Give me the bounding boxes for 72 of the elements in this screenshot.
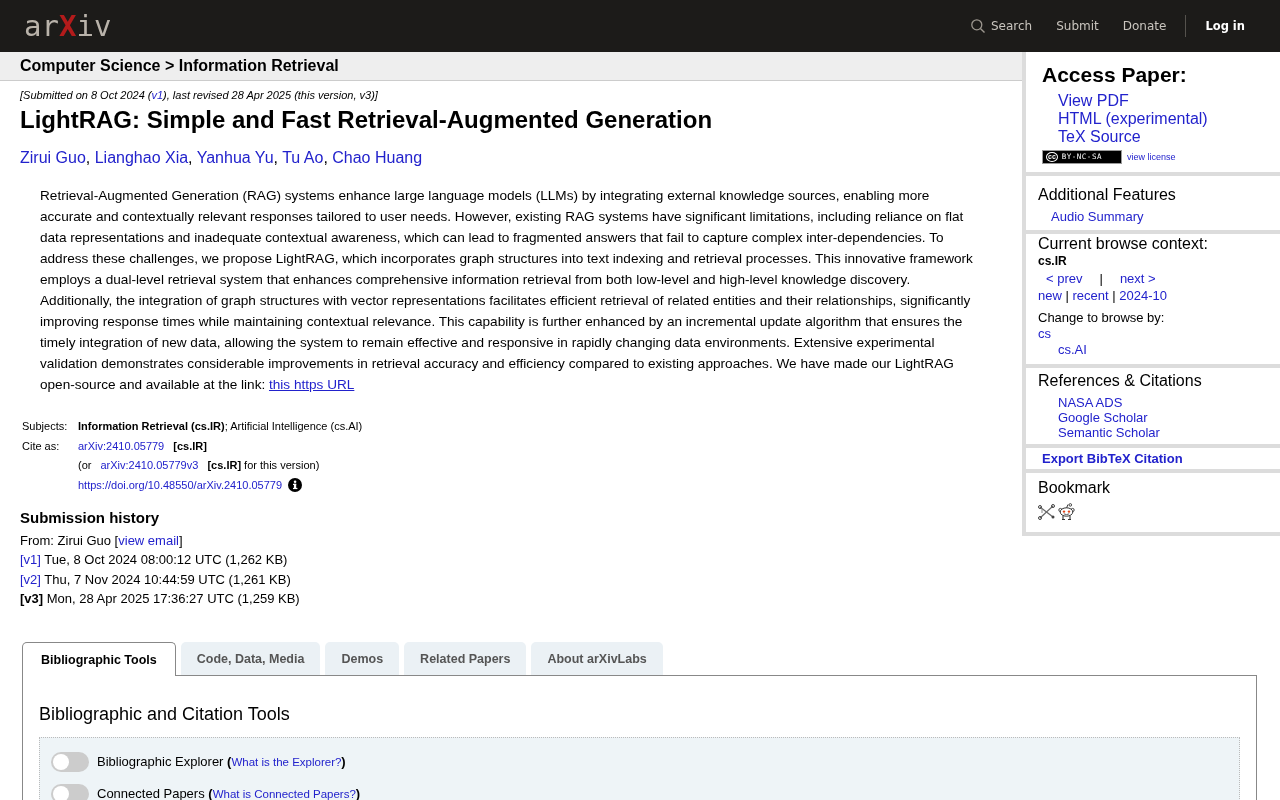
citation-link[interactable]: arXiv:2410.05779v3 bbox=[100, 456, 199, 476]
history-link[interactable]: [v1] bbox=[20, 552, 41, 568]
sidebar-link[interactable]: Semantic Scholar bbox=[1058, 425, 1160, 440]
sidebar-text: Change to browse by: bbox=[1038, 310, 1165, 326]
author-link[interactable]: Chao Huang bbox=[332, 149, 423, 166]
author-list: Zirui Guo, Lianghao Xia, Yanhua Yu, Tu Ao, Chao Huang bbox=[20, 148, 423, 168]
tab[interactable]: Demos bbox=[325, 642, 400, 676]
info-icon[interactable] bbox=[288, 478, 303, 493]
sidebar-link[interactable]: Audio Summary bbox=[1051, 209, 1144, 225]
metadata-value: arXiv:2410.05779 [cs.IR] bbox=[78, 436, 207, 456]
history-line: [v3] Mon, 28 Apr 2025 17:36:27 UTC (1,259 KB) bbox=[20, 589, 300, 608]
nav-link[interactable]: Submit bbox=[1056, 18, 1099, 34]
citation-link[interactable]: https://doi.org/10.48550/arXiv.2410.05779 bbox=[78, 475, 283, 495]
search-button[interactable]: Search bbox=[970, 18, 1033, 34]
toggle-label: Bibliographic Explorer (What is the Explorer?) bbox=[97, 754, 346, 771]
browse-nav: < prev | next > bbox=[1045, 271, 1156, 287]
sidebar-link[interactable]: HTML (experimental) bbox=[1058, 110, 1208, 128]
sidebar-heading: Additional Features bbox=[1038, 185, 1176, 205]
tab[interactable]: Related Papers bbox=[404, 642, 527, 676]
url-link[interactable]: this https URL bbox=[269, 377, 355, 392]
nav-link[interactable]: Donate bbox=[1122, 18, 1167, 34]
sidebar-heading: Current browse context: bbox=[1038, 235, 1208, 253]
sidebar-link[interactable]: NASA ADS bbox=[1058, 395, 1123, 410]
panel-heading: Bibliographic and Citation Tools bbox=[39, 703, 290, 726]
sidebar-heading: References & Citations bbox=[1038, 371, 1202, 391]
category-link[interactable]: cs.AI bbox=[1058, 341, 1087, 357]
search-icon bbox=[970, 19, 985, 33]
category-link[interactable]: cs bbox=[1038, 326, 1051, 342]
author-link[interactable]: Zirui Guo bbox=[20, 149, 86, 166]
history-link[interactable]: [v2] bbox=[20, 571, 41, 587]
sidebar-heading: Bookmark bbox=[1038, 478, 1111, 498]
tab[interactable]: About arXivLabs bbox=[531, 642, 663, 676]
help-link[interactable]: What is the Explorer? bbox=[231, 756, 342, 769]
context-label: cs.IR bbox=[1038, 254, 1067, 269]
sidebar-link[interactable]: Google Scholar bbox=[1058, 410, 1148, 425]
listing-link[interactable]: 2024-10 bbox=[1119, 288, 1167, 303]
author-link[interactable]: Tu Ao bbox=[282, 149, 324, 166]
license-link[interactable]: view license bbox=[1127, 151, 1176, 163]
history-link[interactable]: view email bbox=[118, 533, 179, 548]
listing-link[interactable]: recent bbox=[1072, 288, 1109, 303]
history-line: [v1] Tue, 8 Oct 2024 08:00:12 UTC (1,262 KB) bbox=[20, 551, 288, 570]
metadata-label: Subjects: bbox=[21, 419, 68, 434]
site-logo[interactable]: arXiv bbox=[24, 9, 112, 43]
history-line: [v2] Thu, 7 Nov 2024 10:44:59 UTC (1,261 KB) bbox=[20, 570, 291, 589]
citation-link[interactable]: arXiv:2410.05779 bbox=[78, 436, 165, 456]
tab[interactable]: Bibliographic Tools bbox=[22, 642, 176, 677]
help-link[interactable]: What is Connected Papers? bbox=[212, 788, 356, 800]
sidebar-heading: Access Paper: bbox=[1042, 62, 1187, 88]
listing-link[interactable]: new bbox=[1038, 288, 1062, 303]
listing-nav: new | recent | 2024-10 bbox=[1038, 288, 1167, 304]
sidebar-link[interactable]: View PDF bbox=[1058, 92, 1129, 110]
metadata-label: Cite as: bbox=[21, 438, 60, 454]
toggle-switch[interactable] bbox=[51, 784, 89, 800]
toggle-label: Connected Papers (What is Connected Papers?) bbox=[97, 786, 361, 800]
metadata-value: (or arXiv:2410.05779v3 [cs.IR] for this version) bbox=[78, 456, 320, 476]
breadcrumb: Computer Science > Information Retrieval bbox=[20, 56, 339, 76]
export-link[interactable]: Export BibTeX Citation bbox=[1042, 451, 1183, 466]
login-link[interactable]: Log in bbox=[1205, 18, 1245, 34]
nav-link[interactable]: next > bbox=[1119, 271, 1156, 286]
metadata-value: Information Retrieval (cs.IR); Artificial Intelligence (cs.AI) bbox=[78, 419, 363, 434]
sidebar-link[interactable]: TeX Source bbox=[1058, 128, 1141, 146]
alien-head-icon[interactable] bbox=[1058, 503, 1075, 520]
nav-link[interactable]: < prev bbox=[1046, 271, 1083, 286]
author-link[interactable]: Yanhua Yu bbox=[196, 149, 274, 166]
crossed-lines-icon[interactable] bbox=[1038, 503, 1055, 520]
paper-title: LightRAG: Simple and Fast Retrieval-Augmented Generation bbox=[20, 106, 713, 134]
section-heading: Submission history bbox=[20, 509, 160, 527]
tab[interactable]: Code, Data, Media bbox=[180, 642, 321, 676]
submission-dateline: [Submitted on 8 Oct 2024 (v1), last revised 28 Apr 2025 (this version, v3)] bbox=[20, 88, 378, 102]
abstract-text: Retrieval-Augmented Generation (RAG) systems enhance large language models (LLMs) by integrating external knowledge sources, enabling more accurate and contextually relevant responses tailored to user needs. However, existing RAG systems have significant limitations, including reliance on flat data representations and inadequate contextual awareness, which can lead to fragmented answers that fail to capture complex inter-dependencies. To address these challenges, we propose LightRAG, which incorporates graph structures into text indexing and retrieval processes. This innovative framework employs a dual-level retrieval system that enhances comprehensive information retrieval from both low-level and high-level knowledge discovery. Additionally, the integration of graph structures with vector representations facilitates efficient retrieval of related entities and their relationships, significantly improving response times while maintaining contextual relevance. This capability is further enhanced by an incremental update algorithm that ensures the timely integration of new data, allowing the system to remain effective and responsive in rapidly changing data environments. Extensive experimental validation demonstrates considerable improvements in retrieval accuracy and efficiency compared to existing approaches. We have made our LightRAG open-source and available at the link: this https URL bbox=[40, 187, 974, 394]
history-line: From: Zirui Guo [view email] bbox=[20, 532, 183, 550]
toggle-switch[interactable] bbox=[51, 752, 89, 773]
